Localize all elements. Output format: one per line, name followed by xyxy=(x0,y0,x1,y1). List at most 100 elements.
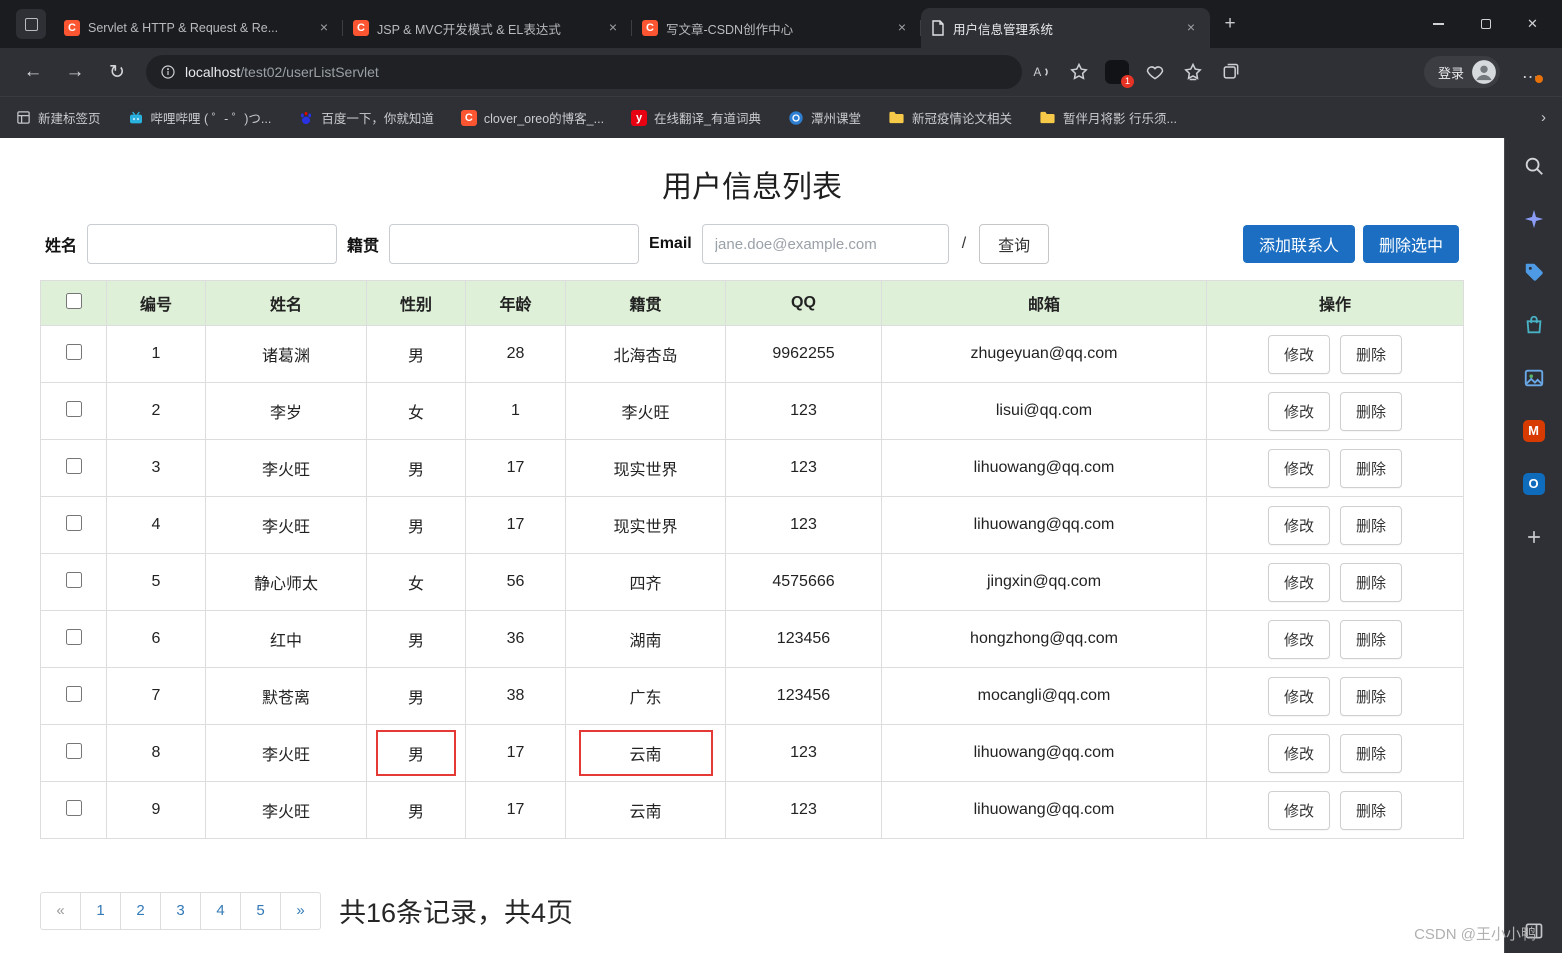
tab-close-icon[interactable]: × xyxy=(604,19,622,37)
bookmark-folder-misc[interactable]: 暂伴月将影 行乐须... xyxy=(1039,108,1177,127)
edit-button[interactable]: 修改 xyxy=(1267,334,1330,374)
baidu-icon xyxy=(301,111,312,124)
discover-sparkle-icon[interactable] xyxy=(1522,207,1546,231)
row-checkbox[interactable] xyxy=(65,799,82,816)
bookmark-youdao[interactable]: y 在线翻译_有道词典 xyxy=(631,108,761,127)
edit-button[interactable]: 修改 xyxy=(1267,562,1330,602)
site-info-icon[interactable] xyxy=(160,64,176,80)
delete-button[interactable]: 删除 xyxy=(1340,733,1403,773)
forward-icon[interactable]: → xyxy=(54,54,96,90)
row-checkbox[interactable] xyxy=(65,571,82,588)
query-button[interactable]: 查询 xyxy=(979,224,1050,264)
browser-essentials-icon[interactable] xyxy=(1136,55,1174,89)
bookmark-folder-covid[interactable]: 新冠疫情论文相关 xyxy=(888,108,1012,127)
tab-close-icon[interactable]: × xyxy=(1182,19,1200,37)
add-favorite-icon[interactable] xyxy=(1060,55,1098,89)
tab-jsp-mvc[interactable]: C JSP & MVC开发模式 & EL表达式 × xyxy=(343,8,632,48)
m365-icon[interactable]: M xyxy=(1522,419,1546,443)
read-aloud-icon[interactable]: A xyxy=(1022,55,1060,89)
delete-button[interactable]: 删除 xyxy=(1340,334,1403,374)
tab-servlet-http[interactable]: C Servlet & HTTP & Request & Re... × xyxy=(54,8,343,48)
tab-user-management-active[interactable]: 用户信息管理系统 × xyxy=(921,8,1210,48)
login-button[interactable]: 登录 xyxy=(1423,56,1500,88)
row-checkbox[interactable] xyxy=(65,628,82,645)
edit-button[interactable]: 修改 xyxy=(1267,619,1330,659)
back-icon[interactable]: ← xyxy=(12,54,54,90)
cell-id: 9 xyxy=(106,781,206,839)
travel-bag-icon[interactable] xyxy=(1522,313,1546,337)
delete-selected-button[interactable]: 删除选中 xyxy=(1362,225,1459,263)
pagination-page-3[interactable]: 3 xyxy=(160,891,201,930)
delete-button[interactable]: 删除 xyxy=(1340,676,1403,716)
pagination-page-2[interactable]: 2 xyxy=(120,891,161,930)
pagination-page-4[interactable]: 4 xyxy=(200,891,241,930)
delete-button[interactable]: 删除 xyxy=(1340,391,1403,431)
add-sidebar-app-icon[interactable] xyxy=(1522,525,1546,549)
favorites-icon[interactable] xyxy=(1174,55,1212,89)
bookmark-csdn-blog[interactable]: C clover_oreo的博客_... xyxy=(460,108,604,127)
reload-icon[interactable]: ↻ xyxy=(96,54,138,90)
row-checkbox[interactable] xyxy=(65,742,82,759)
bookmarks-overflow-icon[interactable]: › xyxy=(1541,109,1546,126)
filter-bar: 姓名 籍贯 Email / 查询 添加联系人 删除选中 xyxy=(0,224,1504,264)
address-bar[interactable]: localhost/test02/userListServlet xyxy=(146,55,1022,89)
row-checkbox[interactable] xyxy=(65,457,82,474)
extension-badge: 1 xyxy=(1121,75,1134,88)
shopping-tag-icon[interactable] xyxy=(1522,260,1546,284)
row-checkbox[interactable] xyxy=(65,685,82,702)
pagination-next[interactable]: » xyxy=(280,891,321,930)
collections-icon[interactable] xyxy=(1212,55,1250,89)
delete-button[interactable]: 删除 xyxy=(1340,448,1403,488)
delete-button[interactable]: 删除 xyxy=(1340,505,1403,545)
delete-button[interactable]: 删除 xyxy=(1340,619,1403,659)
edit-button[interactable]: 修改 xyxy=(1267,733,1330,773)
close-window-button[interactable]: ✕ xyxy=(1509,0,1556,48)
cell-email: jingxin@qq.com xyxy=(881,553,1207,611)
cell-email: lihuowang@qq.com xyxy=(881,781,1207,839)
cell-gender: 女 xyxy=(366,382,466,440)
table-row: 5 静心师太 女 56 四齐 4575666 jingxin@qq.com 修改… xyxy=(40,553,1464,611)
pagination-page-1[interactable]: 1 xyxy=(80,891,121,930)
image-creator-icon[interactable] xyxy=(1522,366,1546,390)
edit-button[interactable]: 修改 xyxy=(1267,391,1330,431)
tab-close-icon[interactable]: × xyxy=(893,19,911,37)
edit-button[interactable]: 修改 xyxy=(1267,676,1330,716)
tab-grid-icon xyxy=(17,111,30,124)
edit-button[interactable]: 修改 xyxy=(1267,790,1330,830)
workspaces-icon[interactable] xyxy=(16,9,46,39)
origin-input[interactable] xyxy=(389,224,640,264)
header-ops: 操作 xyxy=(1206,280,1464,326)
delete-button[interactable]: 删除 xyxy=(1340,790,1403,830)
bookmark-baidu[interactable]: 百度一下，你就知道 xyxy=(298,108,434,127)
extension-icon[interactable]: 1 xyxy=(1098,55,1136,89)
pagination-page-5[interactable]: 5 xyxy=(240,891,281,930)
row-checkbox[interactable] xyxy=(65,343,82,360)
new-tab-button[interactable]: + xyxy=(1216,11,1244,39)
add-contact-button[interactable]: 添加联系人 xyxy=(1242,225,1355,263)
row-checkbox[interactable] xyxy=(65,400,82,417)
edit-button[interactable]: 修改 xyxy=(1267,448,1330,488)
tab-close-icon[interactable]: × xyxy=(315,19,333,37)
pagination-prev[interactable]: « xyxy=(40,891,81,930)
row-checkbox[interactable] xyxy=(65,514,82,531)
delete-button[interactable]: 删除 xyxy=(1340,562,1403,602)
cell-age: 36 xyxy=(465,610,566,668)
bookmark-tanzhou[interactable]: 潭州课堂 xyxy=(788,108,861,127)
name-input[interactable] xyxy=(87,224,338,264)
document-favicon xyxy=(932,20,944,36)
bookmark-bilibili[interactable]: 哔哩哔哩 ( ゜- ゜)つ... xyxy=(128,108,271,127)
email-input[interactable] xyxy=(701,224,949,264)
cell-age: 38 xyxy=(465,667,566,725)
tab-csdn-editor[interactable]: C 写文章-CSDN创作中心 × xyxy=(632,8,921,48)
search-icon[interactable] xyxy=(1522,154,1546,178)
edit-button[interactable]: 修改 xyxy=(1267,505,1330,545)
user-table-wrap: 编号 姓名 性别 年龄 籍贯 QQ 邮箱 操作 1 诸葛渊 男 28 北海杏岛 … xyxy=(40,280,1464,839)
maximize-button[interactable] xyxy=(1462,0,1509,48)
bookmark-new-tab[interactable]: 新建标签页 xyxy=(16,108,101,127)
outlook-icon[interactable]: O xyxy=(1522,472,1546,496)
select-all-checkbox[interactable] xyxy=(65,292,82,309)
cell-origin: 北海杏岛 xyxy=(565,325,726,383)
minimize-button[interactable] xyxy=(1415,0,1462,48)
settings-menu-icon[interactable]: … xyxy=(1512,55,1550,89)
csdn-favicon: C xyxy=(642,20,658,36)
